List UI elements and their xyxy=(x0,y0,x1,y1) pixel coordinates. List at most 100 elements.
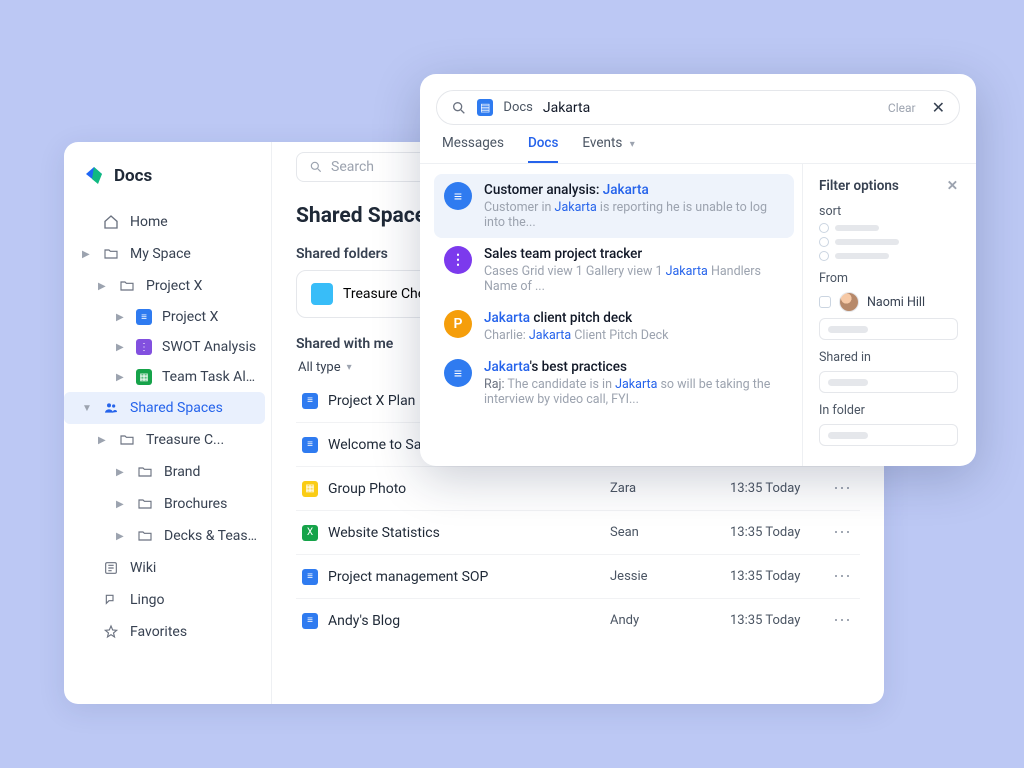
file-name: Project X Plan xyxy=(328,393,415,409)
file-type-icon: ≡ xyxy=(302,613,318,629)
file-type-icon: ≡ xyxy=(302,569,318,585)
search-icon xyxy=(451,100,467,116)
brand: Docs xyxy=(64,148,265,206)
result-title: Customer analysis: Jakarta xyxy=(484,182,784,198)
file-type-icon: ≡ xyxy=(302,393,318,409)
from-person-name: Naomi Hill xyxy=(867,295,925,310)
filter-panel: Filter options ✕ sort From Naomi Hill Sh… xyxy=(802,164,976,466)
people-icon xyxy=(102,399,120,417)
scope-chip-label: Docs xyxy=(503,100,532,115)
search-result[interactable]: ≡Customer analysis: JakartaCustomer in J… xyxy=(434,174,794,238)
result-title: Sales team project tracker xyxy=(484,246,784,262)
sidebar-item-myspace[interactable]: ▶ My Space xyxy=(64,238,265,270)
table-icon: ▦ xyxy=(136,369,152,385)
more-icon[interactable]: ⋯ xyxy=(830,478,854,499)
sort-option[interactable] xyxy=(819,223,958,233)
file-name: Project management SOP xyxy=(328,569,488,585)
file-row[interactable]: ≡Andy's BlogAndy13:35 Today⋯ xyxy=(296,599,860,642)
folder-icon xyxy=(136,527,154,545)
result-type-icon: ≡ xyxy=(444,182,472,210)
sidebar-item-treasure[interactable]: ▶ Treasure C... xyxy=(64,424,265,456)
avatar-icon xyxy=(839,292,859,312)
popover-search-bar[interactable]: ▤ Docs Jakarta Clear ✕ xyxy=(436,90,960,125)
popover-tabs: Messages Docs Events ▾ xyxy=(420,125,976,164)
file-row[interactable]: XWebsite StatisticsSean13:35 Today⋯ xyxy=(296,511,860,555)
sidebar-item-projectx-folder[interactable]: ▶ Project X xyxy=(64,270,265,302)
result-title: Jakarta client pitch deck xyxy=(484,310,668,326)
file-time: 13:35 Today xyxy=(730,481,830,496)
folder-icon xyxy=(136,495,154,513)
from-input[interactable] xyxy=(819,318,958,340)
checkbox-icon[interactable] xyxy=(819,296,831,308)
sidebar-item-brand[interactable]: ▶ Brand xyxy=(64,456,265,488)
tab-events[interactable]: Events ▾ xyxy=(582,135,634,163)
chevron-right-icon: ▶ xyxy=(116,531,126,542)
file-owner: Sean xyxy=(610,525,730,540)
sidebar: Docs Home ▶ My Space ▶ Project X ▶ ≡ Pro… xyxy=(64,142,272,704)
folder-icon xyxy=(102,245,120,263)
scope-chip-icon: ▤ xyxy=(477,99,493,116)
shared-in-label: Shared in xyxy=(819,350,958,365)
sidebar-item-home[interactable]: Home xyxy=(64,206,265,238)
in-folder-label: In folder xyxy=(819,403,958,418)
search-result[interactable]: ⋮Sales team project trackerCases Grid vi… xyxy=(434,238,794,302)
sidebar-item-favorites[interactable]: Favorites xyxy=(64,616,265,648)
chevron-down-icon: ▾ xyxy=(630,139,635,150)
sort-label: sort xyxy=(819,204,958,219)
chevron-right-icon: ▶ xyxy=(116,499,126,510)
sheet-icon: ⋮ xyxy=(136,339,152,355)
from-label: From xyxy=(819,271,958,286)
search-query-text: Jakarta xyxy=(543,100,878,116)
clear-button[interactable]: Clear xyxy=(888,101,916,115)
sidebar-item-brochures[interactable]: ▶ Brochures xyxy=(64,488,265,520)
result-type-icon: ⋮ xyxy=(444,246,472,274)
search-placeholder: Search xyxy=(331,159,374,175)
lingo-icon xyxy=(102,591,120,609)
file-name: Website Statistics xyxy=(328,525,440,541)
from-person-row[interactable]: Naomi Hill xyxy=(819,292,958,312)
more-icon[interactable]: ⋯ xyxy=(830,610,854,631)
app-logo-icon xyxy=(82,164,106,188)
chevron-right-icon: ▶ xyxy=(98,435,108,446)
search-result[interactable]: ≡ Jakarta's best practices Raj: The candid… xyxy=(434,351,794,415)
file-row[interactable]: ▦Group PhotoZara13:35 Today⋯ xyxy=(296,467,860,511)
sidebar-item-shared-spaces[interactable]: ▼ Shared Spaces xyxy=(64,392,265,424)
sidebar-item-lingo[interactable]: Lingo xyxy=(64,584,265,616)
file-row[interactable]: ≡Project management SOPJessie13:35 Today… xyxy=(296,555,860,599)
tab-docs[interactable]: Docs xyxy=(528,135,558,163)
sort-option[interactable] xyxy=(819,237,958,247)
chevron-down-icon: ▾ xyxy=(347,362,352,373)
search-icon xyxy=(309,160,323,174)
chevron-right-icon: ▶ xyxy=(116,312,126,323)
tab-messages[interactable]: Messages xyxy=(442,135,504,163)
close-icon[interactable]: ✕ xyxy=(932,98,945,117)
file-time: 13:35 Today xyxy=(730,569,830,584)
file-time: 13:35 Today xyxy=(730,525,830,540)
sort-option[interactable] xyxy=(819,251,958,261)
search-results: ≡Customer analysis: JakartaCustomer in J… xyxy=(420,164,802,466)
chevron-down-icon: ▼ xyxy=(82,403,92,414)
app-title: Docs xyxy=(114,166,152,186)
doc-icon: ≡ xyxy=(136,309,152,325)
result-type-icon: P xyxy=(444,310,472,338)
more-icon[interactable]: ⋯ xyxy=(830,566,854,587)
close-filter-icon[interactable]: ✕ xyxy=(947,178,958,194)
sidebar-item-decks[interactable]: ▶ Decks & Teaser ... xyxy=(64,520,265,552)
sidebar-item-projectx-doc[interactable]: ▶ ≡ Project X xyxy=(64,302,265,332)
more-icon[interactable]: ⋯ xyxy=(830,522,854,543)
sidebar-item-teamtask[interactable]: ▶ ▦ Team Task Alloca... xyxy=(64,362,265,392)
chevron-right-icon: ▶ xyxy=(98,281,108,292)
filter-label: All type xyxy=(298,360,341,375)
star-icon xyxy=(102,623,120,641)
result-snippet: Raj: The candidate is in Jakarta so will… xyxy=(484,377,784,407)
result-title: Jakarta's best practices xyxy=(484,359,784,375)
home-icon xyxy=(102,213,120,231)
in-folder-input[interactable] xyxy=(819,424,958,446)
filter-panel-title: Filter options xyxy=(819,178,899,194)
search-result[interactable]: PJakarta client pitch deckCharlie: Jakar… xyxy=(434,302,794,351)
sidebar-item-swot[interactable]: ▶ ⋮ SWOT Analysis xyxy=(64,332,265,362)
sidebar-item-wiki[interactable]: Wiki xyxy=(64,552,265,584)
result-type-icon: ≡ xyxy=(444,359,472,387)
shared-in-input[interactable] xyxy=(819,371,958,393)
chevron-right-icon: ▶ xyxy=(116,342,126,353)
